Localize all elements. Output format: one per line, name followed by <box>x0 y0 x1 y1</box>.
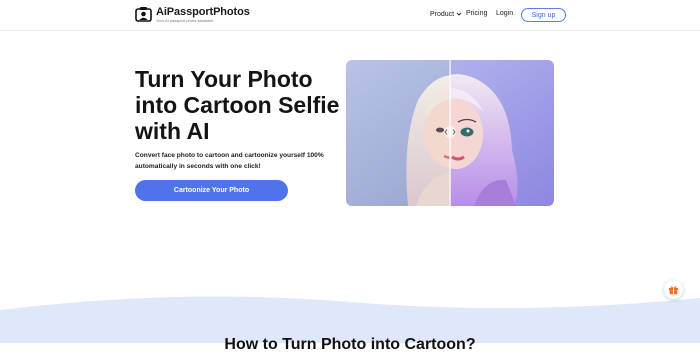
compare-slider-icon[interactable] <box>444 126 456 138</box>
gift-icon <box>669 286 678 295</box>
brand-tagline: Your AI passport photo assistant <box>156 17 214 23</box>
signup-button[interactable]: Sign up <box>521 8 566 22</box>
nav-product-label: Product <box>430 10 455 18</box>
brand-name: AiPassportPhotos <box>156 5 250 18</box>
hero-description-line1: Convert face photo to cartoon and cartoo… <box>135 152 324 159</box>
hero-description-line2: automatically in seconds with one click! <box>135 163 261 170</box>
cartoonize-button[interactable]: Cartoonize Your Photo <box>135 180 288 201</box>
gift-button[interactable] <box>664 280 683 299</box>
nav-pricing[interactable]: Pricing <box>466 10 487 17</box>
hero-title: Turn Your Photo into Cartoon Selfie with… <box>135 66 345 144</box>
chevron-down-icon <box>456 12 462 16</box>
nav-product[interactable]: Product <box>430 10 463 18</box>
section-title: How to Turn Photo into Cartoon? <box>224 336 476 353</box>
portrait-illustration <box>346 60 554 206</box>
hero-title-line3: with AI <box>135 118 210 144</box>
hero-description: Convert face photo to cartoon and cartoo… <box>135 150 335 172</box>
nav-login[interactable]: Login <box>496 10 513 17</box>
logo-camera-icon <box>135 7 152 22</box>
site-header: AiPassportPhotos Your AI passport photo … <box>0 0 700 31</box>
before-after-image[interactable] <box>346 60 554 206</box>
logo[interactable]: AiPassportPhotos Your AI passport photo … <box>135 6 250 23</box>
hero-title-line2: into Cartoon Selfie <box>135 92 340 118</box>
hero-title-line1: Turn Your Photo <box>135 66 313 92</box>
